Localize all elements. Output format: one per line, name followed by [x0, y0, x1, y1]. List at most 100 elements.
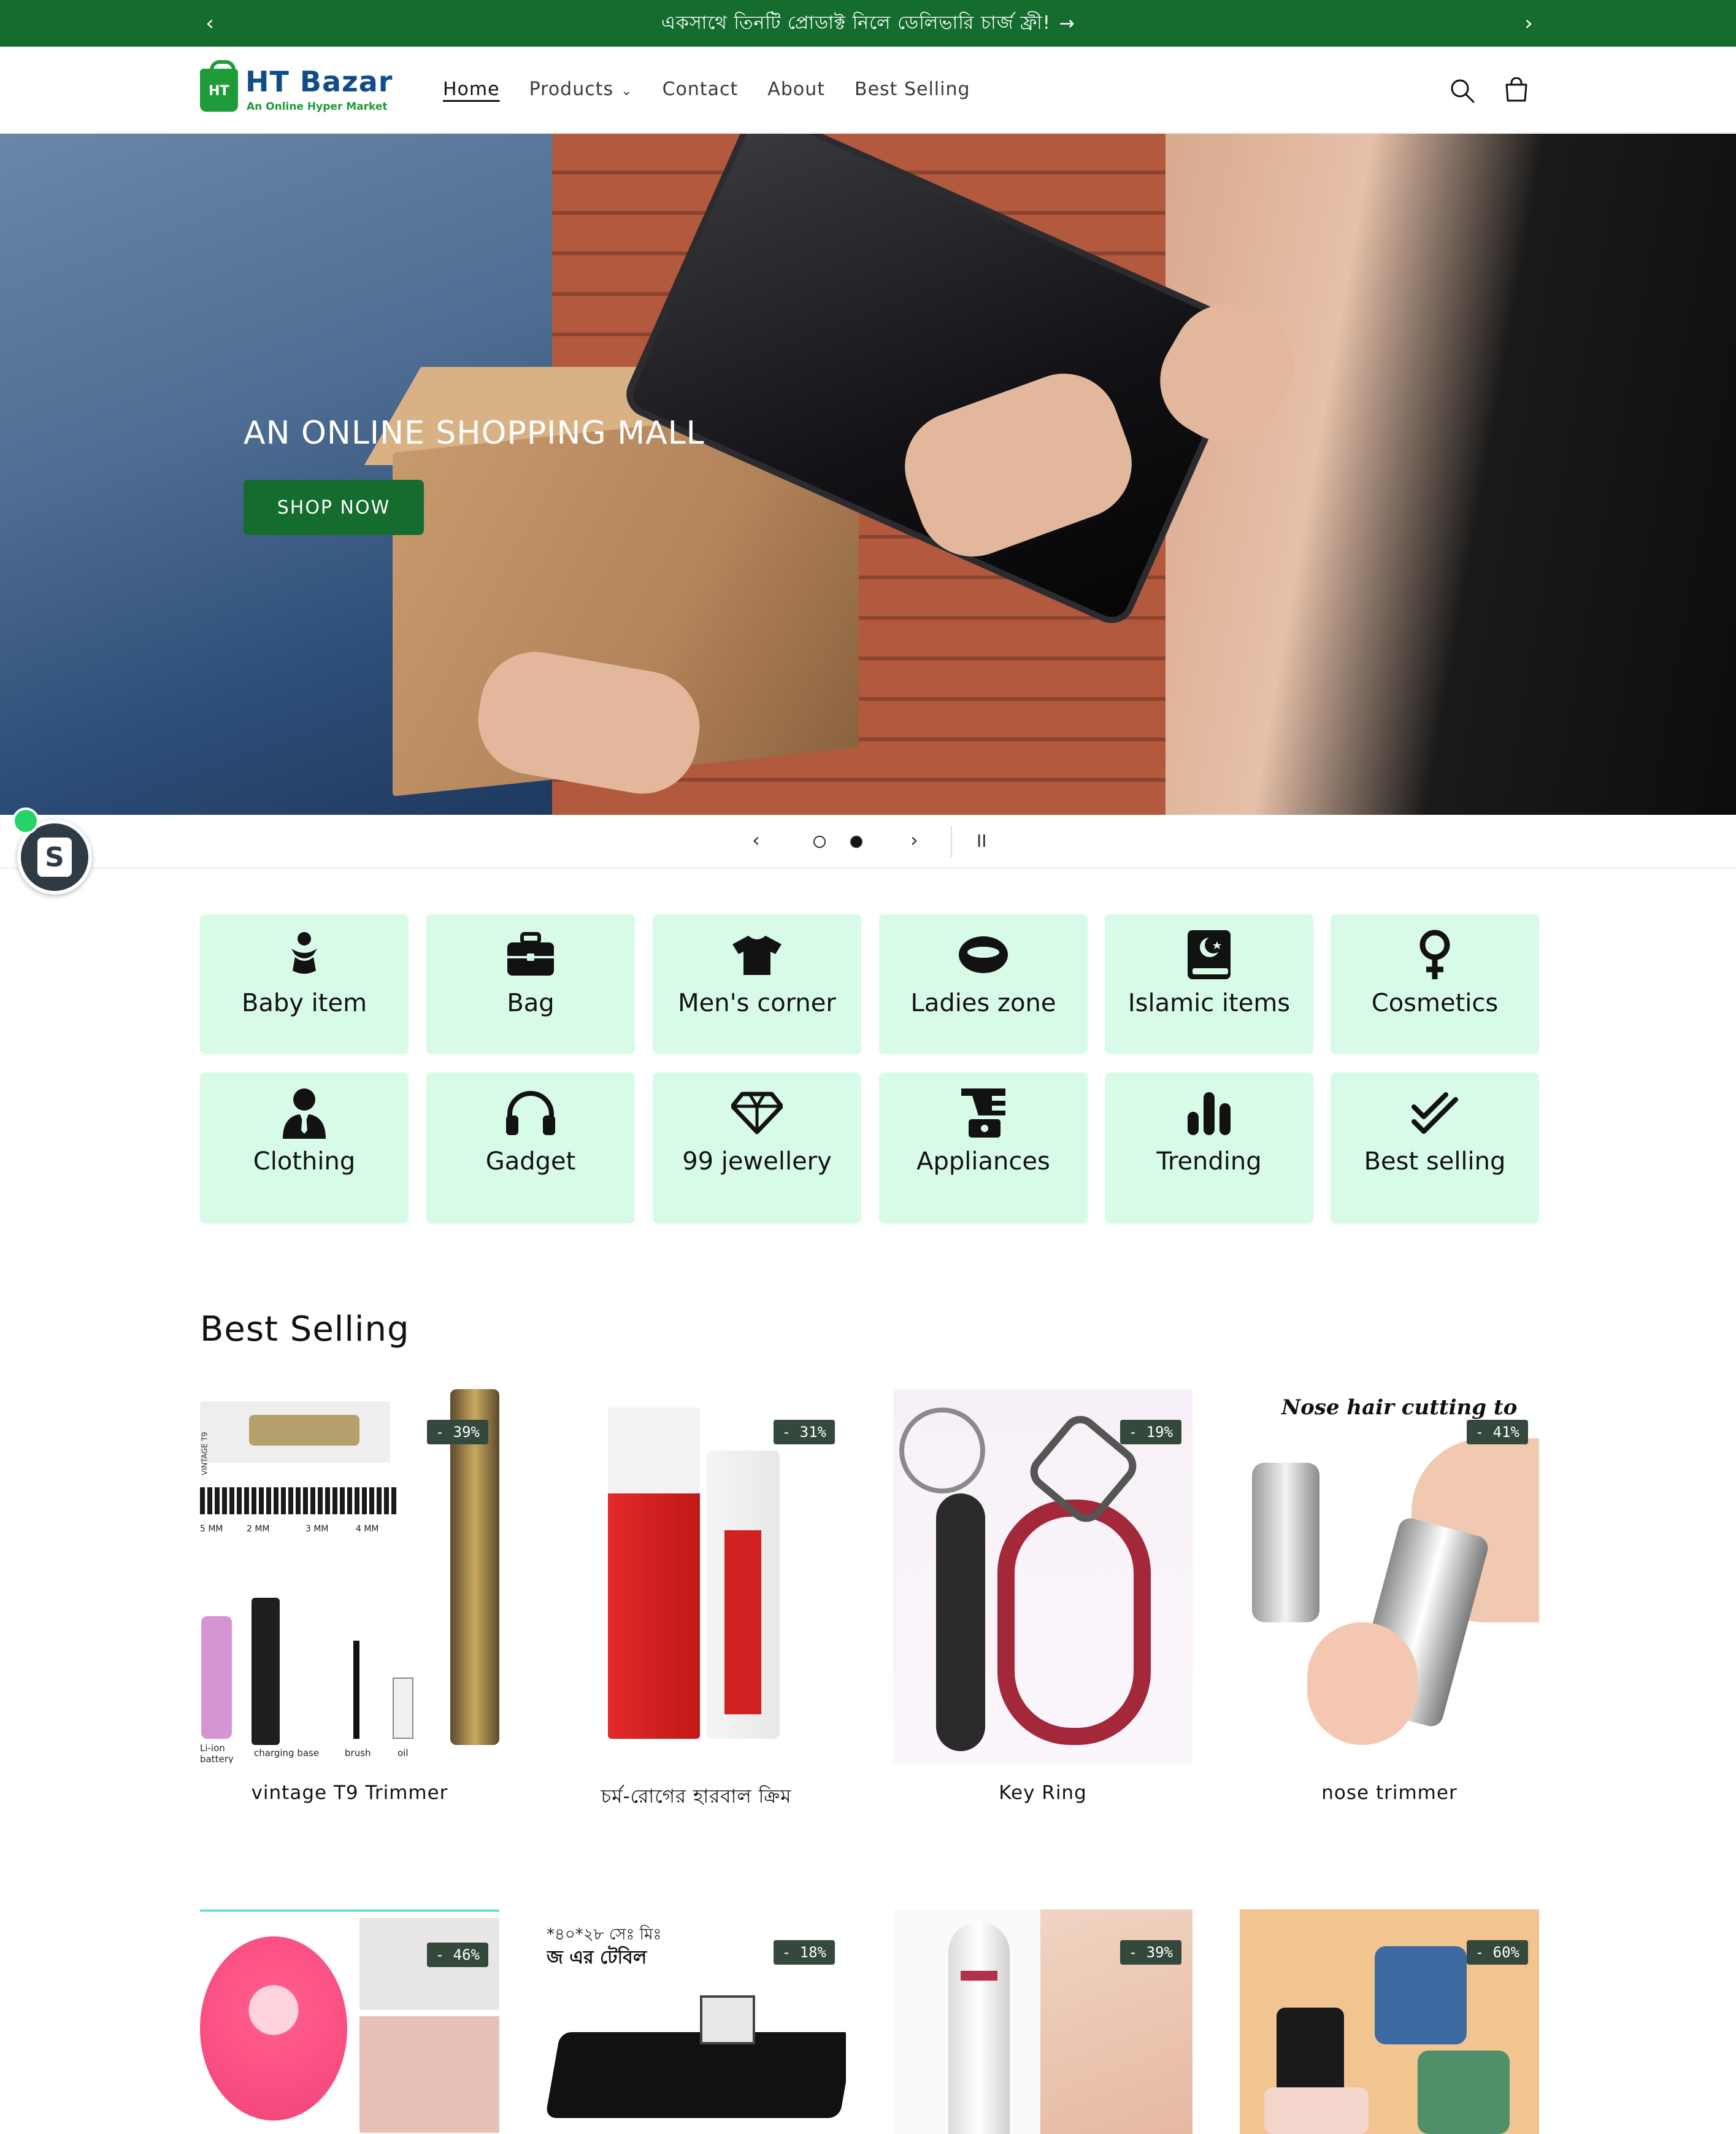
category-label: Baby item [241, 989, 367, 1017]
product-card[interactable]: - 39% [893, 1909, 1193, 2134]
image-text: oil [398, 1747, 409, 1758]
slide-prev-button[interactable]: ‹ [752, 828, 760, 852]
shopify-bag-icon: S [37, 838, 72, 877]
product-image-nose-trimmer[interactable]: Nose hair cutting to - 41% [1240, 1389, 1539, 1763]
image-text: VINTAGE T9 [200, 1431, 209, 1476]
best-selling-title: Best Selling [200, 1309, 410, 1349]
category-mens-corner[interactable]: Men's corner [653, 914, 861, 1054]
slide-dot-1[interactable] [813, 836, 826, 848]
arrow-right-icon[interactable]: → [1059, 13, 1075, 34]
announcement-prev-button[interactable]: ‹ [196, 10, 223, 37]
quran-icon [1183, 929, 1235, 980]
discount-badge: - 19% [1120, 1420, 1181, 1444]
chevron-down-icon: ⌄ [621, 83, 633, 99]
device-body [948, 1922, 1010, 2134]
cream-tube-label [724, 1530, 761, 1714]
product-card[interactable]: VINTAGE T9 5 MM 2 MM 3 MM 4 MM Li-ion ba… [200, 1389, 499, 1804]
bar-chart-icon [1183, 1087, 1235, 1139]
whatsapp-icon[interactable] [12, 807, 39, 834]
category-gadget[interactable]: Gadget [426, 1073, 635, 1223]
discount-badge: - 18% [773, 1940, 835, 1965]
product-card[interactable]: *৪০*২৮ সেঃ মিঃ জ এর টেবিল - 18% [547, 1909, 846, 2134]
search-icon[interactable] [1445, 74, 1480, 108]
category-baby-item[interactable]: Baby item [200, 914, 409, 1054]
holder-pink [1264, 2087, 1369, 2134]
product-image-phone-holder[interactable]: - 60% [1240, 1909, 1539, 2134]
product-price [893, 1815, 1193, 1824]
massager-photo-2 [359, 2016, 499, 2133]
device-ring [961, 1971, 997, 1981]
product-image-key-ring[interactable]: - 19% [893, 1389, 1193, 1763]
table-photo [700, 1995, 755, 2044]
nav-best-selling[interactable]: Best Selling [855, 79, 970, 100]
product-name[interactable]: vintage T9 Trimmer [200, 1782, 499, 1804]
controls-divider [951, 826, 952, 858]
logo-bag-letters: HT [209, 83, 229, 99]
category-best-selling[interactable]: Best selling [1331, 1073, 1539, 1223]
category-label: Clothing [253, 1147, 356, 1176]
image-text: Li-ion battery [200, 1743, 234, 1763]
category-99-jewellery[interactable]: 99 jewellery [653, 1073, 861, 1223]
user-tie-icon [278, 1087, 330, 1139]
category-appliances[interactable]: Appliances [879, 1073, 1088, 1223]
product-card[interactable]: - 19% Key Ring [893, 1389, 1193, 1804]
nav-products[interactable]: Products ⌄ [529, 79, 633, 100]
image-text: 2 MM [247, 1524, 270, 1534]
category-label: Ladies zone [910, 989, 1056, 1017]
nav-products-label: Products [529, 79, 614, 100]
category-clothing[interactable]: Clothing [200, 1073, 409, 1223]
nav-home[interactable]: Home [443, 79, 500, 100]
category-cosmetics[interactable]: Cosmetics [1331, 914, 1539, 1054]
discount-badge: - 41% [1466, 1420, 1528, 1444]
brush [353, 1641, 359, 1739]
nav-contact[interactable]: Contact [663, 79, 739, 100]
massager [200, 1936, 347, 2121]
image-text: Nose hair cutting to [1281, 1395, 1518, 1420]
charging-base [252, 1598, 280, 1745]
double-check-icon [1409, 1087, 1461, 1139]
oil-bottle [393, 1678, 413, 1739]
shop-now-button[interactable]: SHOP NOW [244, 480, 424, 535]
product-image-trimmer[interactable]: VINTAGE T9 5 MM 2 MM 3 MM 4 MM Li-ion ba… [200, 1389, 499, 1763]
category-bag[interactable]: Bag [426, 914, 635, 1054]
discount-badge: - 31% [773, 1420, 835, 1444]
slide-next-button[interactable]: › [910, 828, 918, 852]
shopping-bag-logo-icon: HT [200, 60, 238, 112]
venus-icon [1409, 929, 1461, 980]
product-card[interactable]: - 60% [1240, 1909, 1539, 2134]
number-tag [936, 1493, 985, 1751]
category-label: Appliances [916, 1147, 1050, 1176]
product-card[interactable]: - 46% [200, 1909, 499, 2134]
image-text: brush [345, 1747, 371, 1758]
product-card[interactable]: - 31% চর্ম-রোগের হারবাল ক্রিম [547, 1389, 846, 1808]
baby-icon [278, 929, 330, 980]
category-label: Cosmetics [1371, 989, 1499, 1017]
category-islamic-items[interactable]: Islamic items [1105, 914, 1313, 1054]
category-ladies-zone[interactable]: Ladies zone [879, 914, 1088, 1054]
product-card[interactable]: Nose hair cutting to - 41% nose trimmer [1240, 1389, 1539, 1804]
slide-dot-2[interactable] [850, 836, 862, 848]
image-text: 3 MM [305, 1524, 329, 1534]
slide-pause-button[interactable]: II [977, 831, 987, 851]
holder-green [1418, 2051, 1510, 2134]
product-image-massager[interactable]: - 46% [200, 1909, 499, 2134]
briefcase-icon [505, 929, 556, 980]
product-name[interactable]: Key Ring [893, 1782, 1193, 1804]
announcement-next-button[interactable]: › [1515, 10, 1542, 37]
braided-strap [997, 1500, 1151, 1745]
product-name[interactable]: nose trimmer [1240, 1782, 1539, 1804]
image-text: 5 MM [200, 1524, 223, 1534]
product-image-laptop-table[interactable]: *৪০*২৮ সেঃ মিঃ জ এর টেবিল - 18% [547, 1909, 846, 2134]
nav-about[interactable]: About [767, 79, 825, 100]
product-image-herbal-cream[interactable]: - 31% [547, 1389, 846, 1763]
image-text: 4 MM [356, 1524, 379, 1534]
site-logo[interactable]: HT HT Bazar An Online Hyper Market [200, 60, 402, 117]
announcement-text[interactable]: একসাথে তিনটি প্রোডাক্ট নিলে ডেলিভারি চার… [661, 8, 1051, 39]
category-trending[interactable]: Trending [1105, 1073, 1313, 1223]
product-name[interactable]: চর্ম-রোগের হারবাল ক্রিম [547, 1782, 846, 1814]
product-image-blackhead-remover[interactable]: - 39% [893, 1909, 1193, 2134]
cart-icon[interactable] [1499, 74, 1534, 108]
product-price [1240, 1815, 1539, 1824]
gem-icon [731, 1087, 783, 1139]
category-label: 99 jewellery [682, 1147, 832, 1176]
